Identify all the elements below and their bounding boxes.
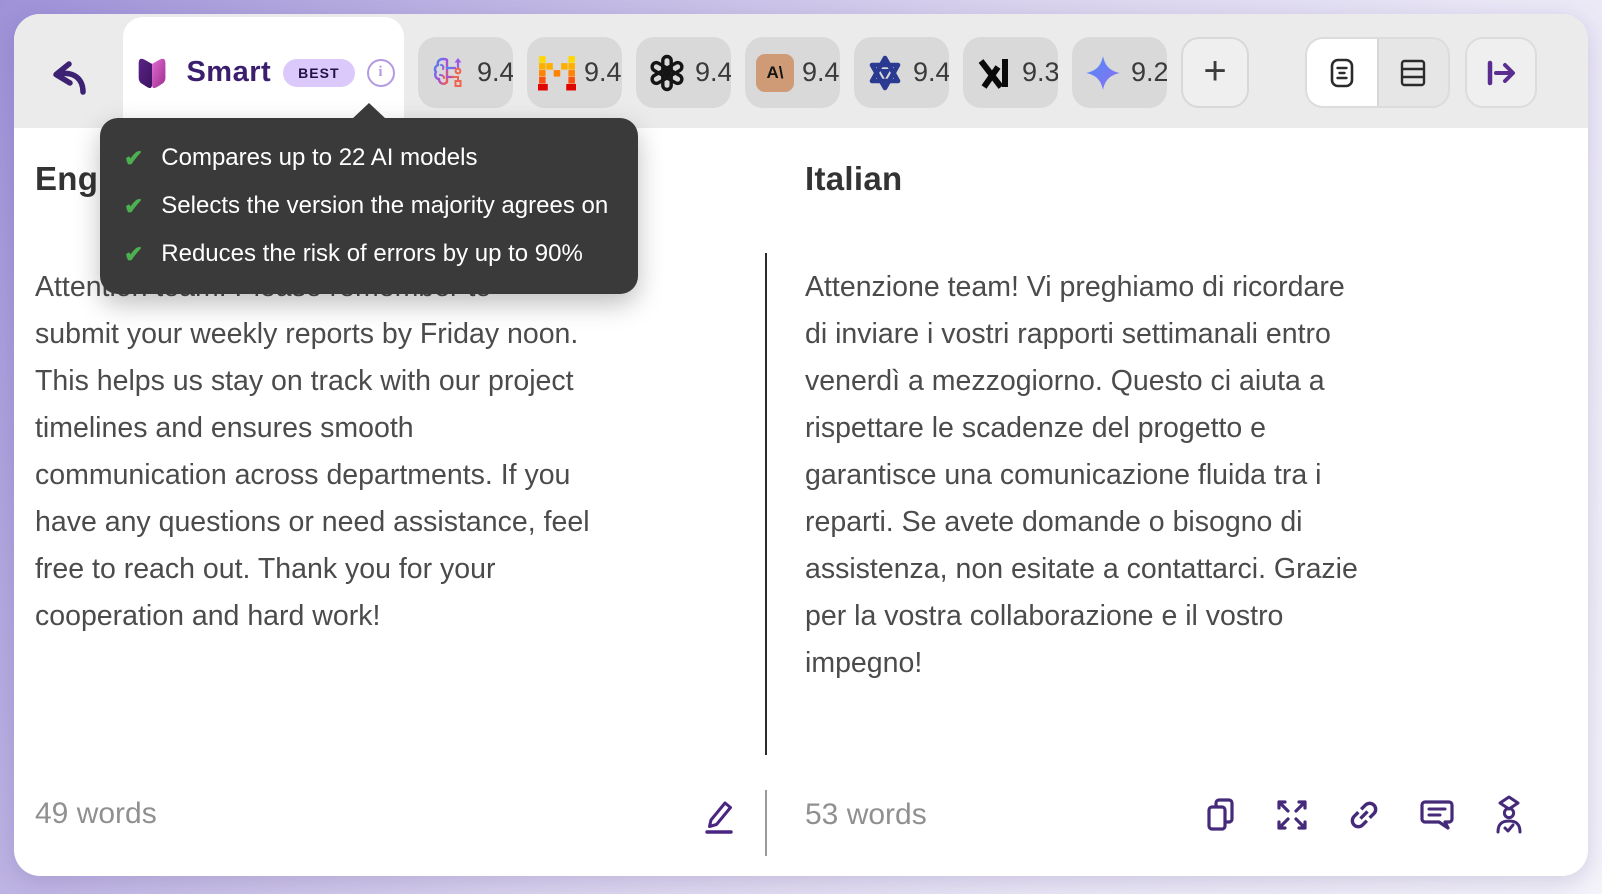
qwen-icon [865, 53, 905, 93]
copy-button[interactable] [1202, 795, 1240, 835]
tooltip-text: Selects the version the majority agrees … [161, 192, 609, 219]
text-line: Attenzione team! Vi preghiamo di ricorda… [805, 271, 1345, 303]
toolbar: Smart BEST i 9.4 9.4 9.4 A\ 9.4 9.4 9.3 … [14, 14, 1588, 128]
tab-model-xai[interactable]: 9.3 [963, 37, 1058, 108]
gemini-icon [1083, 53, 1123, 93]
tab-model-brain[interactable]: 9.4 [418, 37, 513, 108]
copy-icon [1202, 795, 1240, 835]
comment-button[interactable] [1417, 795, 1457, 835]
view-toggle [1305, 37, 1450, 108]
info-icon[interactable]: i [366, 58, 395, 87]
link-button[interactable] [1344, 795, 1384, 835]
target-footer: 53 words [767, 794, 1588, 836]
tab-model-anthropic[interactable]: A\ 9.4 [745, 37, 840, 108]
text-line: have any questions or need assistance, f… [35, 506, 590, 538]
anthropic-icon: A\ [756, 53, 794, 92]
model-tabs: 9.4 9.4 9.4 A\ 9.4 9.4 9.3 9.2 [418, 37, 1167, 108]
model-score: 9.3 [1022, 57, 1058, 87]
tab-model-openai[interactable]: 9.4 [636, 37, 731, 108]
text-line: reparti. Se avete domande o bisogno di [805, 506, 1303, 538]
target-word-count: 53 words [805, 798, 927, 831]
text-line: impegno! [805, 647, 923, 679]
text-line: garantisce una comunicazione fluida tra … [805, 459, 1322, 491]
tab-model-mistral[interactable]: 9.4 [527, 37, 622, 108]
source-footer: 49 words [14, 792, 765, 836]
xai-icon [974, 53, 1014, 93]
smart-logo-icon [132, 52, 174, 94]
source-word-count: 49 words [35, 797, 157, 830]
model-score: 9.4 [695, 57, 731, 87]
text-line: di inviare i vostri rapporti settimanali… [805, 318, 1331, 350]
text-line: submit your weekly reports by Friday noo… [35, 318, 579, 350]
action-icons [1202, 794, 1528, 836]
expert-icon [1490, 794, 1528, 836]
document-view-icon [1324, 55, 1360, 91]
tooltip-row: ✔ Reduces the risk of errors by up to 90… [124, 240, 614, 268]
back-arrow-icon [42, 52, 98, 104]
tooltip-text: Compares up to 22 AI models [161, 144, 478, 171]
open-panel-icon [1482, 55, 1520, 91]
text-line: This helps us stay on track with our pro… [35, 365, 574, 397]
target-language-heading: Italian [805, 160, 903, 197]
tab-model-qwen[interactable]: 9.4 [854, 37, 949, 108]
smart-info-tooltip: ✔ Compares up to 22 AI models ✔ Selects … [100, 103, 638, 294]
view-toggle-rows[interactable] [1376, 39, 1449, 106]
link-icon [1344, 795, 1384, 835]
check-icon: ✔ [124, 192, 144, 219]
expert-button[interactable] [1490, 794, 1528, 836]
model-score: 9.4 [802, 57, 840, 87]
text-line: per la vostra collaborazione e il vostro [805, 600, 1284, 632]
fullscreen-button[interactable] [1273, 796, 1311, 834]
fullscreen-icon [1273, 796, 1311, 834]
edit-button[interactable] [699, 792, 739, 836]
model-score: 9.4 [477, 57, 513, 87]
text-line: rispettare le scadenze del progetto e [805, 412, 1267, 444]
tooltip-row: ✔ Selects the version the majority agree… [124, 192, 614, 220]
openai-icon [647, 53, 687, 93]
check-icon: ✔ [124, 144, 144, 171]
source-text[interactable]: Attention team! Please remember tosubmit… [35, 264, 735, 640]
model-score: 9.4 [584, 57, 622, 87]
text-line: communication across departments. If you [35, 459, 571, 491]
brain-circuit-icon [429, 53, 469, 93]
best-badge: BEST [283, 58, 355, 87]
edit-pencil-icon [699, 792, 739, 836]
view-toggle-document[interactable] [1307, 39, 1377, 106]
tab-model-gemini[interactable]: 9.2 [1072, 37, 1167, 108]
tooltip-text: Reduces the risk of errors by up to 90% [161, 240, 583, 267]
target-text[interactable]: Attenzione team! Vi preghiamo di ricorda… [805, 264, 1528, 687]
model-score: 9.4 [913, 57, 949, 87]
comment-icon [1417, 795, 1457, 835]
tooltip-row: ✔ Compares up to 22 AI models [124, 144, 614, 172]
text-line: venerdì a mezzogiorno. Questo ci aiuta a [805, 365, 1325, 397]
text-line: assistenza, non esitate a contattarci. G… [805, 553, 1358, 585]
text-line: free to reach out. Thank you for your [35, 553, 496, 585]
mistral-icon [538, 55, 576, 91]
target-column: Italian Attenzione team! Vi preghiamo di… [767, 128, 1588, 876]
text-line: cooperation and hard work! [35, 600, 381, 632]
tab-smart-label: Smart [186, 56, 272, 88]
model-score: 9.2 [1131, 57, 1167, 87]
add-model-button[interactable]: + [1181, 37, 1249, 108]
rows-view-icon [1395, 55, 1431, 91]
text-line: timelines and ensures smooth [35, 412, 414, 444]
open-panel-button[interactable] [1465, 37, 1537, 108]
check-icon: ✔ [124, 240, 144, 267]
back-button[interactable] [42, 50, 98, 106]
translator-window: Smart BEST i 9.4 9.4 9.4 A\ 9.4 9.4 9.3 … [14, 14, 1588, 876]
